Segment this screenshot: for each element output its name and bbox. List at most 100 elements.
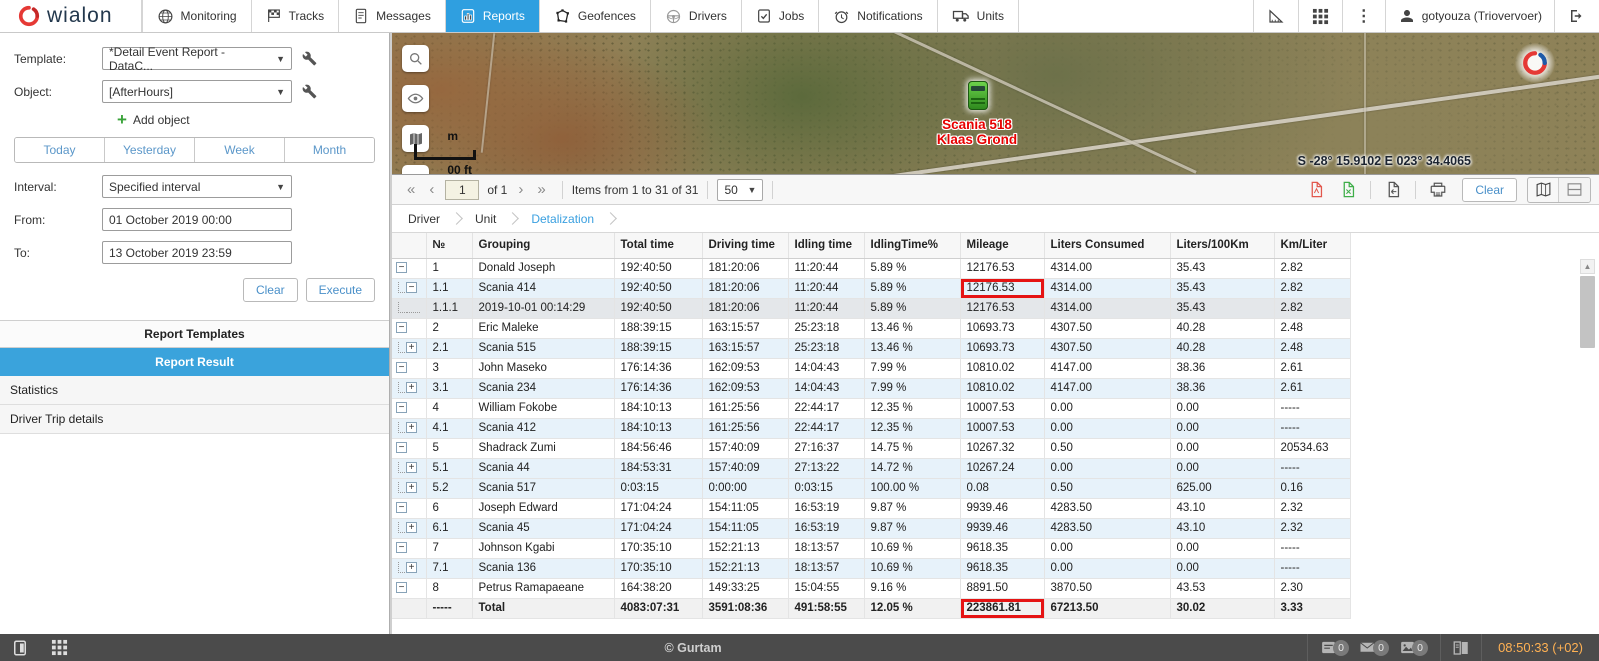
add-object-button[interactable]: + Add object (117, 113, 375, 127)
tab-drivers[interactable]: Drivers (651, 0, 742, 32)
template-settings-wrench-icon[interactable] (302, 51, 317, 66)
table-row[interactable]: −5Shadrack Zumi184:56:46157:40:0927:16:3… (392, 438, 1350, 458)
apps-grid-icon[interactable] (1298, 0, 1342, 32)
crumb-unit[interactable]: Unit (473, 212, 498, 226)
table-row[interactable]: −1.1Scania 414192:40:50181:20:0611:20:44… (392, 278, 1350, 298)
table-row[interactable]: +4.1Scania 412184:10:13161:25:5622:44:17… (392, 418, 1350, 438)
map-search-button[interactable] (402, 45, 429, 72)
table-row[interactable]: −7Johnson Kgabi170:35:10152:21:1318:13:5… (392, 538, 1350, 558)
object-settings-wrench-icon[interactable] (302, 84, 317, 99)
import-file-button[interactable] (1379, 178, 1407, 202)
page-number-input[interactable]: 1 (445, 180, 479, 200)
template-select[interactable]: *Detail Event Report - DataC...▼ (102, 47, 292, 70)
last-page-button[interactable]: » (530, 181, 552, 198)
tab-monitoring[interactable]: Monitoring (142, 0, 252, 32)
table-row[interactable]: 1.1.12019-10-01 00:14:29192:40:50181:20:… (392, 298, 1350, 318)
prev-page-button[interactable]: ‹ (422, 181, 441, 198)
expand-icon[interactable]: + (406, 462, 417, 473)
col-header[interactable]: IdlingTime% (864, 233, 960, 258)
messages-counter[interactable]: 0 (1359, 639, 1389, 657)
collapse-icon[interactable]: − (406, 282, 417, 293)
table-row[interactable]: +2.1Scania 515188:39:15163:15:5725:23:18… (392, 338, 1350, 358)
quick-interval-yesterday[interactable]: Yesterday (105, 138, 195, 162)
map-view[interactable]: m 00 ft Scania 518 Klaas Grond S -28° 15… (392, 33, 1599, 175)
col-header[interactable]: Liters/100Km (1170, 233, 1274, 258)
tab-units[interactable]: Units (938, 0, 1019, 32)
col-header[interactable]: Driving time (702, 233, 788, 258)
bottom-grid-icon[interactable] (40, 639, 79, 656)
interval-select[interactable]: Specified interval▼ (102, 175, 292, 198)
first-page-button[interactable]: « (400, 181, 422, 198)
page-size-select[interactable]: 50▼ (717, 179, 763, 201)
collapse-icon[interactable]: − (396, 542, 407, 553)
user-menu[interactable]: gotyouza (Triovervoer) (1385, 0, 1554, 32)
expand-icon[interactable]: + (406, 522, 417, 533)
col-header[interactable]: Liters Consumed (1044, 233, 1170, 258)
table-row[interactable]: −2Eric Maleke188:39:15163:15:5725:23:181… (392, 318, 1350, 338)
col-header[interactable]: Grouping (472, 233, 614, 258)
collapse-icon[interactable]: − (396, 402, 407, 413)
table-row[interactable]: +6.1Scania 45171:04:24154:11:0516:53:199… (392, 518, 1350, 538)
logout-icon[interactable] (1554, 0, 1599, 32)
to-date-input[interactable]: 13 October 2019 23:59 (102, 241, 292, 264)
collapse-icon[interactable]: − (396, 362, 407, 373)
table-row[interactable]: −1Donald Joseph192:40:50181:20:0611:20:4… (392, 258, 1350, 278)
col-header[interactable]: Total time (614, 233, 702, 258)
table-row[interactable]: +5.1Scania 44184:53:31157:40:0927:13:221… (392, 458, 1350, 478)
expand-icon[interactable]: + (406, 482, 417, 493)
table-row[interactable]: +7.1Scania 136170:35:10152:21:1318:13:57… (392, 558, 1350, 578)
table-total-row[interactable]: -----Total4083:07:313591:08:36491:58:551… (392, 598, 1350, 618)
table-scrollbar[interactable]: ▲ (1580, 259, 1595, 620)
next-page-button[interactable]: › (511, 181, 530, 198)
quick-interval-today[interactable]: Today (15, 138, 105, 162)
scroll-up-arrow[interactable]: ▲ (1580, 259, 1595, 274)
news-counter[interactable]: 0 (1320, 639, 1349, 656)
expand-icon[interactable]: + (406, 562, 417, 573)
map-visibility-button[interactable] (402, 85, 429, 112)
export-pdf-button[interactable] (1302, 178, 1330, 202)
quick-interval-month[interactable]: Month (285, 138, 374, 162)
table-row[interactable]: −6Joseph Edward171:04:24154:11:0516:53:1… (392, 498, 1350, 518)
map-view-toggle[interactable] (1528, 178, 1559, 202)
media-counter[interactable]: 0 (1399, 639, 1428, 656)
report-result-item[interactable]: Report Result (0, 348, 389, 376)
more-menu-icon[interactable]: ⋮ (1342, 0, 1385, 32)
object-select[interactable]: [AfterHours]▼ (102, 80, 292, 103)
sidebar-item-driver-trip-details[interactable]: Driver Trip details (0, 405, 389, 434)
collapse-icon[interactable]: − (396, 502, 407, 513)
collapse-icon[interactable]: − (396, 582, 407, 593)
map-extra-button[interactable] (402, 165, 429, 175)
execute-button[interactable]: Execute (306, 278, 375, 302)
split-view-toggle[interactable] (1559, 178, 1590, 202)
collapse-icon[interactable]: − (396, 442, 407, 453)
bottom-panel-toggle-icon[interactable] (0, 639, 40, 657)
col-header[interactable]: Km/Liter (1274, 233, 1350, 258)
map-layers-button[interactable] (402, 125, 429, 152)
table-row[interactable]: −3John Maseko176:14:36162:09:5314:04:437… (392, 358, 1350, 378)
ruler-tool-icon[interactable] (1253, 0, 1298, 32)
print-button[interactable] (1424, 178, 1452, 202)
col-header[interactable]: Idling time (788, 233, 864, 258)
tab-messages[interactable]: Messages (339, 0, 446, 32)
clear-form-button[interactable]: Clear (243, 278, 298, 302)
clear-report-button[interactable]: Clear (1462, 178, 1517, 202)
from-date-input[interactable]: 01 October 2019 00:00 (102, 208, 292, 231)
unit-marker-truck[interactable] (968, 81, 988, 110)
table-row[interactable]: +3.1Scania 234176:14:36162:09:5314:04:43… (392, 378, 1350, 398)
tab-geofences[interactable]: Geofences (540, 0, 651, 32)
sidebar-item-statistics[interactable]: Statistics (0, 376, 389, 405)
col-header[interactable]: Mileage (960, 233, 1044, 258)
quick-interval-week[interactable]: Week (195, 138, 285, 162)
crumb-detalization[interactable]: Detalization (529, 212, 596, 226)
crumb-driver[interactable]: Driver (406, 212, 442, 226)
table-row[interactable]: −8Petrus Ramapaeane164:38:20149:33:2515:… (392, 578, 1350, 598)
col-header[interactable]: № (426, 233, 472, 258)
collapse-icon[interactable]: − (396, 262, 407, 273)
log-panel-icon[interactable] (1441, 639, 1481, 657)
export-excel-button[interactable] (1334, 178, 1362, 202)
tab-tracks[interactable]: Tracks (252, 0, 340, 32)
tab-reports[interactable]: Reports (446, 0, 540, 32)
scroll-thumb[interactable] (1580, 276, 1595, 348)
tab-jobs[interactable]: Jobs (742, 0, 819, 32)
table-row[interactable]: −4William Fokobe184:10:13161:25:5622:44:… (392, 398, 1350, 418)
